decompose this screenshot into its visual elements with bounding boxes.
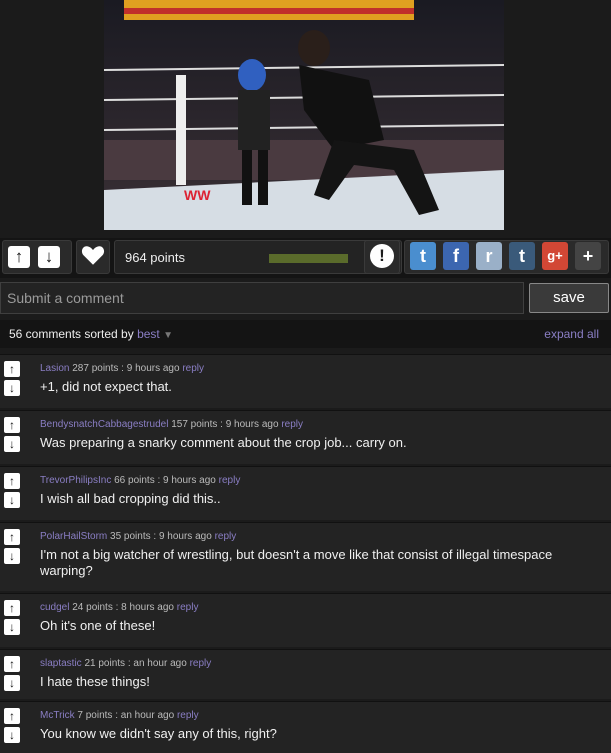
- comment-upvote-button[interactable]: ↑: [4, 473, 20, 489]
- comment-upvote-button[interactable]: ↑: [4, 529, 20, 545]
- comment-meta: slaptastic 21 points : an hour ago reply: [40, 658, 211, 669]
- comment-upvote-button[interactable]: ↑: [4, 600, 20, 616]
- twitter-icon[interactable]: t: [410, 242, 436, 270]
- comment-meta: TrevorPhilipsInc 66 points : 9 hours ago…: [40, 475, 240, 486]
- comment-points-time: 157 points : 9 hours ago: [171, 419, 279, 430]
- comment-vote: ↑ ↓: [4, 361, 20, 399]
- comment-sort-bar: 56 comments sorted by best ▼ expand all: [0, 320, 611, 348]
- facebook-icon[interactable]: f: [443, 242, 469, 270]
- favorite-heart-icon[interactable]: [80, 242, 106, 268]
- comment-username[interactable]: McTrick: [40, 710, 75, 721]
- comment-meta: Lasion 287 points : 9 hours ago reply: [40, 363, 204, 374]
- comment-vote: ↑ ↓: [4, 529, 20, 567]
- comment-upvote-button[interactable]: ↑: [4, 708, 20, 724]
- comment-upvote-button[interactable]: ↑: [4, 417, 20, 433]
- comment-username[interactable]: Lasion: [40, 363, 69, 374]
- comment-points-time: 21 points : an hour ago: [84, 658, 187, 669]
- comment-vote: ↑ ↓: [4, 600, 20, 638]
- comment-count-text: 56 comments sorted by: [9, 327, 134, 341]
- reply-link[interactable]: reply: [219, 475, 241, 486]
- upvote-button[interactable]: ↑: [8, 246, 30, 268]
- reply-link[interactable]: reply: [177, 710, 199, 721]
- tumblr-icon[interactable]: t: [509, 242, 535, 270]
- comment-downvote-button[interactable]: ↓: [4, 548, 20, 564]
- comment-points-time: 24 points : 8 hours ago: [72, 602, 174, 613]
- post-points: 964 points: [125, 250, 185, 265]
- reply-link[interactable]: reply: [190, 658, 212, 669]
- post-image-area: WW: [0, 0, 611, 236]
- comment-item: ↑ ↓ BendysnatchCabbagestrudel 157 points :…: [0, 410, 611, 464]
- comment-count-label: 56 comments sorted by best ▼: [9, 327, 173, 341]
- comment-vote: ↑ ↓: [4, 473, 20, 511]
- comment-downvote-button[interactable]: ↓: [4, 619, 20, 635]
- comment-text: Oh it's one of these!: [40, 618, 156, 633]
- comment-downvote-button[interactable]: ↓: [4, 492, 20, 508]
- comment-username[interactable]: slaptastic: [40, 658, 82, 669]
- comment-points-time: 35 points : 9 hours ago: [110, 531, 212, 542]
- wrestling-scene-image: WW: [104, 0, 504, 230]
- comment-text: You know we didn't say any of this, righ…: [40, 726, 277, 741]
- more-icon[interactable]: +: [575, 242, 601, 270]
- comment-downvote-button[interactable]: ↓: [4, 727, 20, 743]
- comment-upvote-button[interactable]: ↑: [4, 361, 20, 377]
- comment-text: Was preparing a snarky comment about the…: [40, 435, 407, 450]
- comment-vote: ↑ ↓: [4, 656, 20, 694]
- comment-text: I wish all bad cropping did this..: [40, 491, 221, 506]
- reply-link[interactable]: reply: [177, 602, 199, 613]
- comment-meta: BendysnatchCabbagestrudel 157 points : 9…: [40, 419, 303, 430]
- reply-link[interactable]: reply: [182, 363, 204, 374]
- comment-downvote-button[interactable]: ↓: [4, 380, 20, 396]
- points-panel: 964 points: [114, 240, 402, 274]
- comment-item: ↑ ↓ PolarHailStorm 35 points : 9 hours ago…: [0, 522, 611, 591]
- googleplus-icon[interactable]: g+: [542, 242, 568, 270]
- comment-vote: ↑ ↓: [4, 417, 20, 455]
- chevron-down-icon[interactable]: ▼: [163, 330, 173, 341]
- comment-username[interactable]: cudgel: [40, 602, 69, 613]
- save-comment-button[interactable]: save: [529, 283, 609, 313]
- comment-username[interactable]: PolarHailStorm: [40, 531, 107, 542]
- comment-item: ↑ ↓ McTrick 7 points : an hour ago reply Yo…: [0, 701, 611, 753]
- comment-username[interactable]: BendysnatchCabbagestrudel: [40, 419, 168, 430]
- comment-item: ↑ ↓ cudgel 24 points : 8 hours ago reply Oh…: [0, 593, 611, 647]
- wwe-logo-icon: WW: [184, 187, 211, 203]
- comment-points-time: 7 points : an hour ago: [77, 710, 175, 721]
- comment-text: +1, did not expect that.: [40, 379, 172, 394]
- comment-meta: PolarHailStorm 35 points : 9 hours ago r…: [40, 531, 236, 542]
- comment-downvote-button[interactable]: ↓: [4, 675, 20, 691]
- reply-link[interactable]: reply: [215, 531, 237, 542]
- comment-meta: McTrick 7 points : an hour ago reply: [40, 710, 199, 721]
- reddit-icon[interactable]: r: [476, 242, 502, 270]
- comment-item: ↑ ↓ slaptastic 21 points : an hour ago rep…: [0, 649, 611, 699]
- expand-all-link[interactable]: expand all: [544, 327, 599, 341]
- downvote-button[interactable]: ↓: [38, 246, 60, 268]
- wrestling-gif[interactable]: WW: [104, 0, 504, 230]
- comment-text: I'm not a big watcher of wrestling, but …: [40, 547, 553, 578]
- comment-points-time: 287 points : 9 hours ago: [72, 363, 180, 374]
- vote-ratio-bar: [269, 254, 348, 263]
- comment-text: I hate these things!: [40, 674, 150, 689]
- comment-input[interactable]: [0, 282, 524, 314]
- reply-link[interactable]: reply: [281, 419, 303, 430]
- comment-username[interactable]: TrevorPhilipsInc: [40, 475, 111, 486]
- comment-upvote-button[interactable]: ↑: [4, 656, 20, 672]
- sort-select[interactable]: best: [137, 327, 160, 341]
- comment-vote: ↑ ↓: [4, 708, 20, 746]
- comment-item: ↑ ↓ TrevorPhilipsInc 66 points : 9 hours a…: [0, 466, 611, 520]
- comment-meta: cudgel 24 points : 8 hours ago reply: [40, 602, 198, 613]
- report-icon[interactable]: !: [370, 244, 394, 268]
- comment-item: ↑ ↓ Lasion 287 points : 9 hours ago reply +…: [0, 354, 611, 408]
- comment-downvote-button[interactable]: ↓: [4, 436, 20, 452]
- comment-points-time: 66 points : 9 hours ago: [114, 475, 216, 486]
